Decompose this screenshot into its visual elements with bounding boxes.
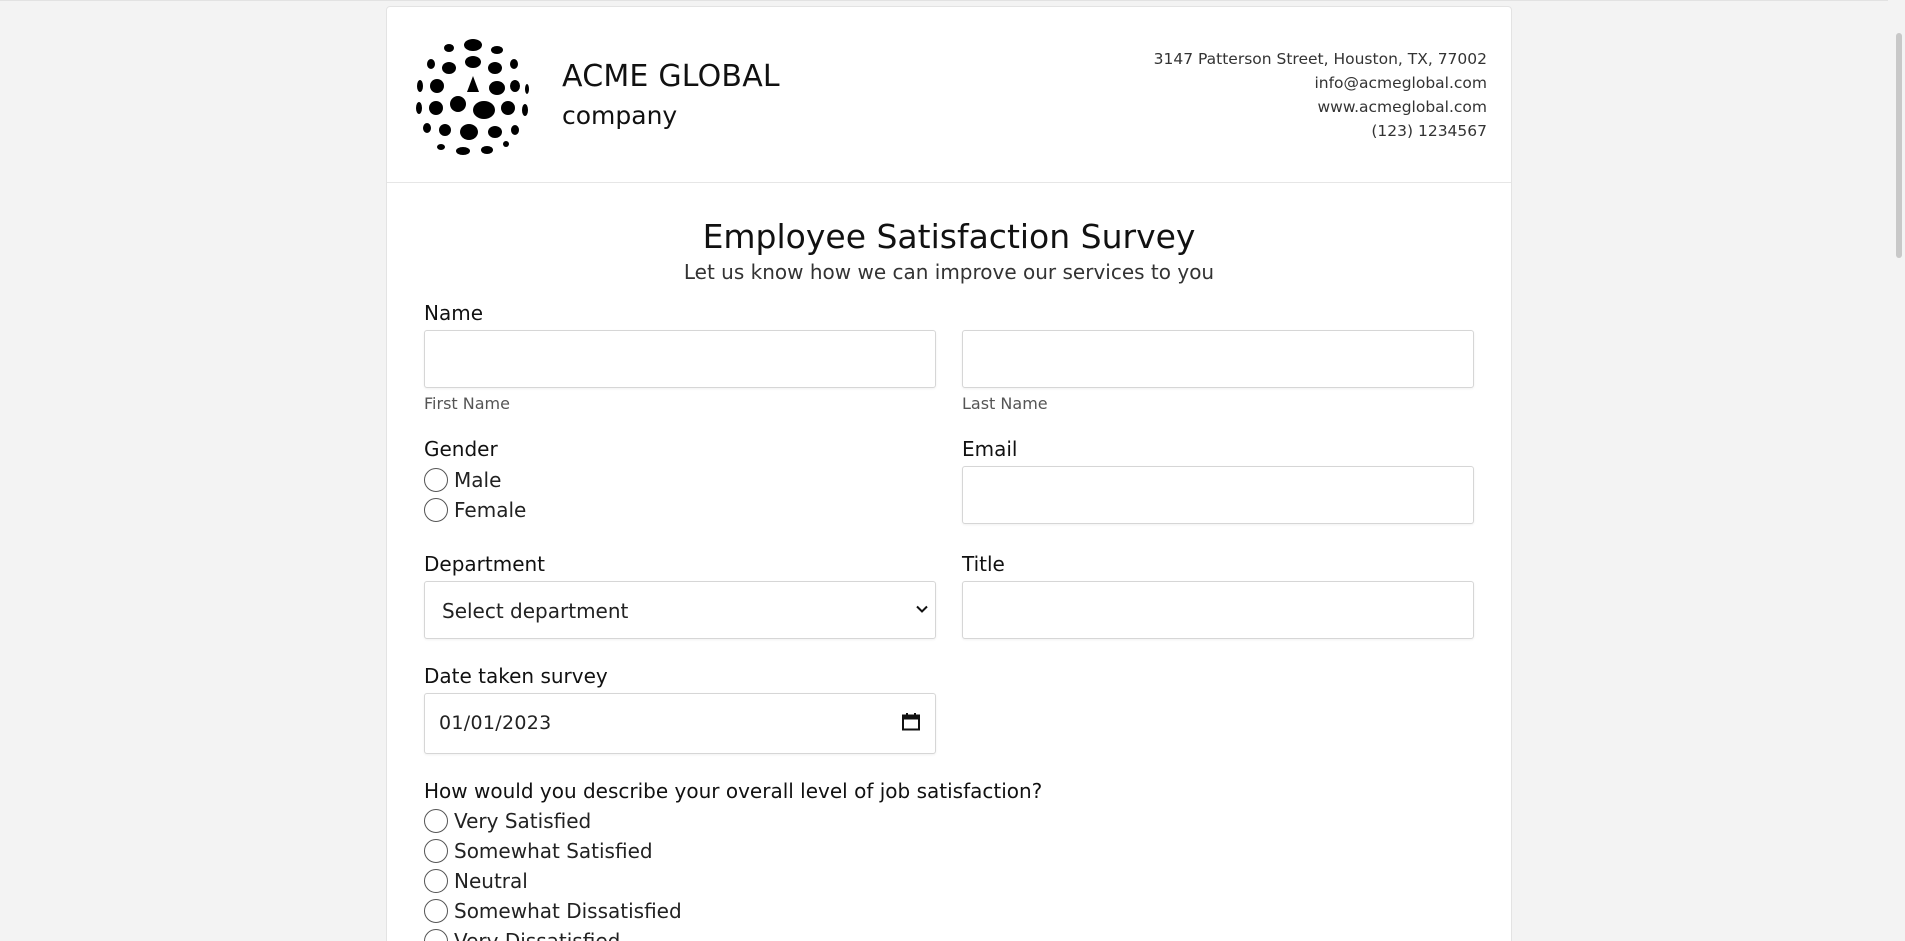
radio-label: Female	[454, 498, 527, 522]
chevron-down-icon	[916, 605, 928, 613]
calendar-icon[interactable]	[901, 712, 921, 732]
radio-button[interactable]	[424, 498, 448, 522]
top-border	[0, 0, 1905, 1]
gender-option-female[interactable]: Female	[424, 497, 526, 523]
title-input[interactable]	[962, 581, 1474, 639]
radio-label: Neutral	[454, 869, 528, 893]
last-name-helper: Last Name	[962, 394, 1048, 413]
gender-label: Gender	[424, 437, 498, 461]
satisfaction-question: How would you describe your overall leve…	[424, 779, 1043, 803]
radio-button[interactable]	[424, 899, 448, 923]
radio-button[interactable]	[424, 929, 448, 941]
company-phone: (123) 1234567	[1371, 122, 1487, 140]
company-name: ACME GLOBAL	[562, 59, 780, 94]
radio-label: Very Dissatisfied	[454, 929, 621, 941]
email-input[interactable]	[962, 466, 1474, 524]
form-title: Employee Satisfaction Survey	[702, 217, 1196, 256]
company-logo	[416, 39, 529, 155]
radio-button[interactable]	[424, 839, 448, 863]
date-label: Date taken survey	[424, 664, 608, 688]
company-email: info@acmeglobal.com	[1314, 74, 1487, 92]
first-name-input[interactable]	[424, 330, 936, 388]
survey-form: Employee Satisfaction Survey Let us know…	[387, 183, 1511, 941]
gender-option-male[interactable]: Male	[424, 467, 501, 493]
satisfaction-option-somewhat-satisfied[interactable]: Somewhat Satisfied	[424, 838, 653, 864]
title-label: Title	[962, 552, 1005, 576]
name-label: Name	[424, 301, 484, 325]
radio-label: Somewhat Dissatisfied	[454, 899, 682, 923]
department-select[interactable]: Select department	[424, 581, 936, 639]
company-tagline: company	[562, 101, 678, 130]
satisfaction-option-neutral[interactable]: Neutral	[424, 868, 528, 894]
company-header: ACME GLOBAL company 3147 Patterson Stree…	[387, 7, 1511, 183]
vertical-scrollbar[interactable]	[1888, 0, 1905, 941]
form-subtitle: Let us know how we can improve our servi…	[683, 260, 1215, 284]
radio-button[interactable]	[424, 869, 448, 893]
radio-button[interactable]	[424, 468, 448, 492]
last-name-input[interactable]	[962, 330, 1474, 388]
first-name-helper: First Name	[424, 394, 510, 413]
email-label: Email	[962, 437, 1018, 461]
satisfaction-option-very-satisfied[interactable]: Very Satisfied	[424, 808, 591, 834]
radio-label: Male	[454, 468, 502, 492]
company-address: 3147 Patterson Street, Houston, TX, 7700…	[1153, 50, 1487, 68]
radio-label: Somewhat Satisfied	[454, 839, 653, 863]
date-value: 01/01/2023	[439, 712, 552, 734]
company-website: www.acmeglobal.com	[1317, 98, 1488, 116]
department-selected-value: Select department	[442, 599, 629, 623]
radio-label: Very Satisfied	[454, 809, 592, 833]
scrollbar-thumb[interactable]	[1896, 33, 1902, 258]
date-input[interactable]: 01/01/2023	[424, 693, 936, 754]
radio-button[interactable]	[424, 809, 448, 833]
satisfaction-option-very-dissatisfied[interactable]: Very Dissatisfied	[424, 928, 620, 941]
contact-info: 3147 Patterson Street, Houston, TX, 7700…	[1154, 47, 1487, 143]
department-label: Department	[424, 552, 546, 576]
satisfaction-option-somewhat-dissatisfied[interactable]: Somewhat Dissatisfied	[424, 898, 682, 924]
survey-card: ACME GLOBAL company 3147 Patterson Stree…	[386, 6, 1512, 941]
brand-block: ACME GLOBAL company	[562, 59, 780, 130]
